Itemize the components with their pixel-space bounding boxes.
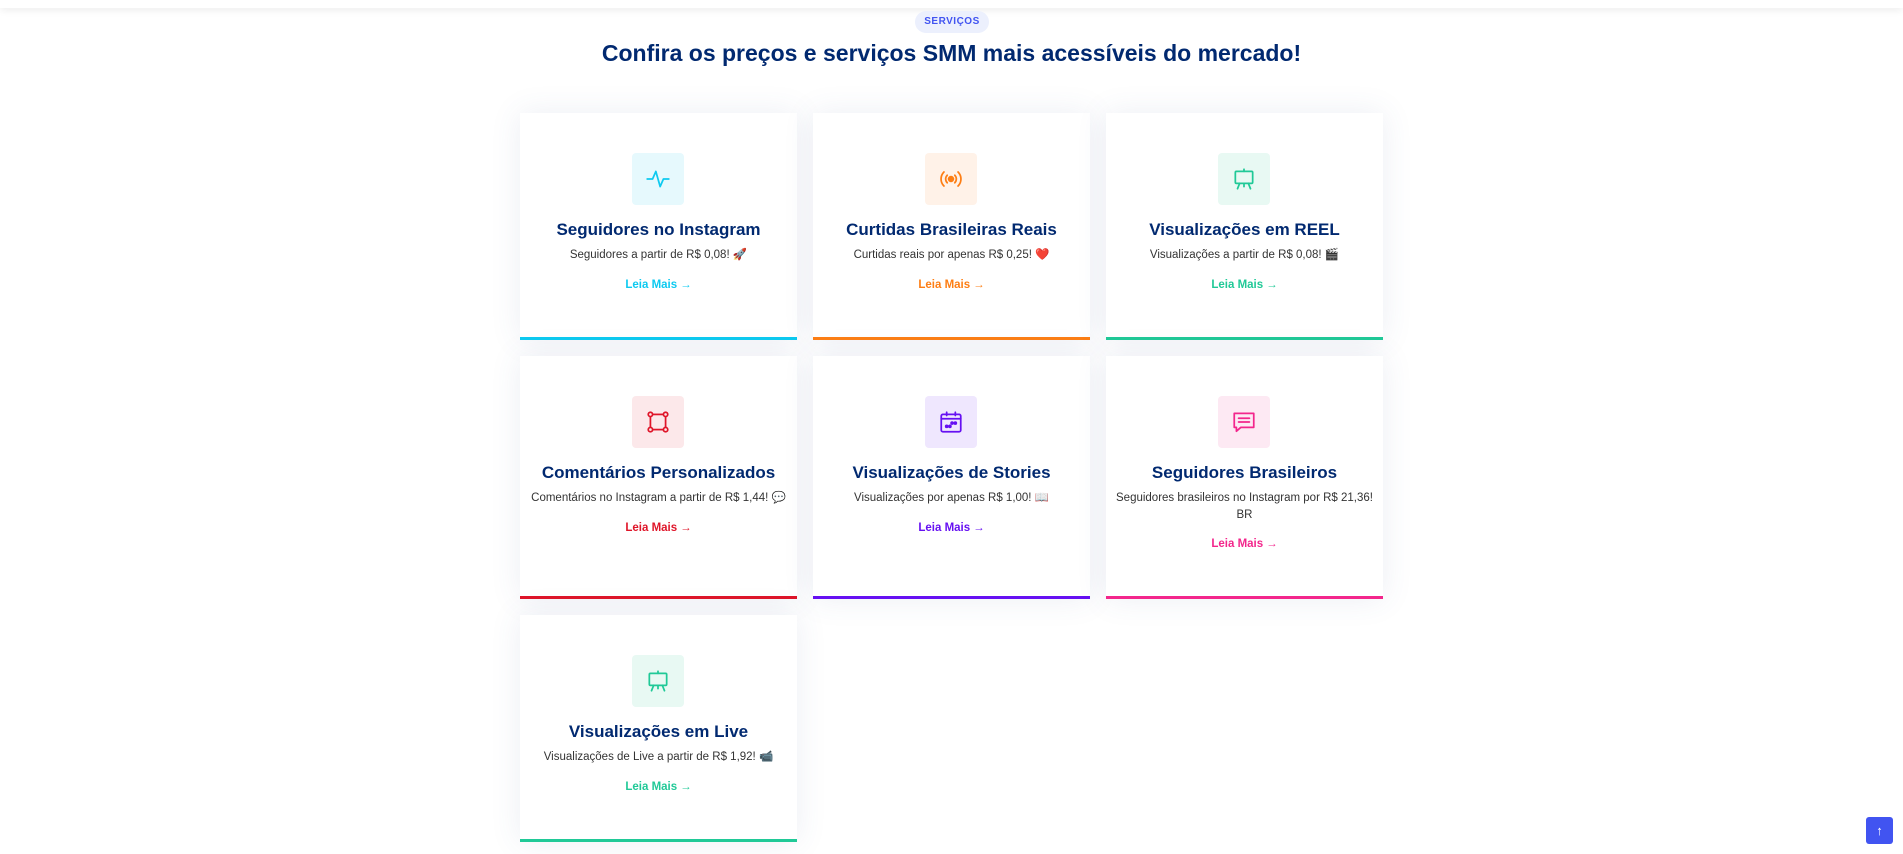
arrow-right-icon: → bbox=[680, 279, 692, 291]
arrow-right-icon: → bbox=[680, 781, 692, 793]
card-description: Seguidores brasileiros no Instagram por … bbox=[1116, 492, 1373, 521]
card-description: Seguidores a partir de R$ 0,08! 🚀 bbox=[569, 249, 748, 261]
easel-icon bbox=[632, 655, 684, 707]
card-title: Curtidas Brasileiras Reais bbox=[846, 220, 1057, 239]
card-description: Comentários no Instagram a partir de R$ … bbox=[531, 492, 786, 504]
card-title: Comentários Personalizados bbox=[541, 463, 776, 482]
read-more-label: Leia Mais bbox=[918, 522, 971, 534]
arrow-right-icon: → bbox=[973, 279, 985, 291]
card-accent-line bbox=[1106, 596, 1383, 599]
header-shadow bbox=[0, 0, 1903, 8]
card-description: Visualizações por apenas R$ 1,00! 📖 bbox=[853, 492, 1050, 504]
read-more-label: Leia Mais bbox=[1211, 538, 1264, 550]
read-more-link[interactable]: Leia Mais → bbox=[520, 522, 797, 534]
bounding-box-icon bbox=[632, 396, 684, 448]
read-more-label: Leia Mais bbox=[918, 279, 971, 291]
card-accent-line bbox=[813, 596, 1090, 599]
read-more-link[interactable]: Leia Mais → bbox=[520, 279, 797, 291]
read-more-link[interactable]: Leia Mais → bbox=[813, 279, 1090, 291]
service-card-reel-views: Visualizações em REEL Visualizações a pa… bbox=[1106, 113, 1383, 340]
card-description: Curtidas reais por apenas R$ 0,25! ❤️ bbox=[853, 249, 1050, 261]
read-more-label: Leia Mais bbox=[625, 781, 678, 793]
activity-icon bbox=[632, 153, 684, 205]
easel-icon bbox=[1218, 153, 1270, 205]
service-card-live-views: Visualizações em Live Visualizações de L… bbox=[520, 615, 797, 842]
card-accent-line bbox=[520, 839, 797, 842]
section-badge: SERVIÇOS bbox=[915, 11, 989, 33]
card-description: Visualizações a partir de R$ 0,08! 🎬 bbox=[1149, 249, 1340, 261]
card-title: Seguidores no Instagram bbox=[556, 220, 761, 239]
card-accent-line bbox=[813, 337, 1090, 340]
card-accent-line bbox=[520, 337, 797, 340]
section-title: Confira os preços e serviços SMM mais ac… bbox=[601, 40, 1302, 66]
back-to-top-button[interactable]: ↑ bbox=[1866, 817, 1893, 844]
arrow-right-icon: → bbox=[1266, 538, 1278, 550]
service-card-stories-views: Visualizações de Stories Visualizações p… bbox=[813, 356, 1090, 599]
card-title: Visualizações de Stories bbox=[852, 463, 1051, 482]
broadcast-icon bbox=[925, 153, 977, 205]
read-more-link[interactable]: Leia Mais → bbox=[1106, 279, 1383, 291]
service-card-likes: Curtidas Brasileiras Reais Curtidas reai… bbox=[813, 113, 1090, 340]
calendar-icon bbox=[925, 396, 977, 448]
read-more-link[interactable]: Leia Mais → bbox=[1106, 538, 1383, 550]
service-card-instagram-followers: Seguidores no Instagram Seguidores a par… bbox=[520, 113, 797, 340]
read-more-link[interactable]: Leia Mais → bbox=[520, 781, 797, 793]
card-accent-line bbox=[520, 596, 797, 599]
arrow-right-icon: → bbox=[1266, 279, 1278, 291]
card-description: Visualizações de Live a partir de R$ 1,9… bbox=[543, 751, 774, 763]
read-more-label: Leia Mais bbox=[625, 522, 678, 534]
card-title: Visualizações em REEL bbox=[1149, 220, 1340, 239]
read-more-label: Leia Mais bbox=[1211, 279, 1264, 291]
card-title: Seguidores Brasileiros bbox=[1151, 463, 1338, 482]
read-more-link[interactable]: Leia Mais → bbox=[813, 522, 1090, 534]
chat-icon bbox=[1218, 396, 1270, 448]
card-accent-line bbox=[1106, 337, 1383, 340]
arrow-right-icon: → bbox=[973, 522, 985, 534]
service-card-comments: Comentários Personalizados Comentários n… bbox=[520, 356, 797, 599]
arrow-right-icon: → bbox=[680, 522, 692, 534]
read-more-label: Leia Mais bbox=[625, 279, 678, 291]
card-title: Visualizações em Live bbox=[568, 722, 749, 741]
service-card-brazilian-followers: Seguidores Brasileiros Seguidores brasil… bbox=[1106, 356, 1383, 599]
arrow-up-icon: ↑ bbox=[1876, 823, 1883, 838]
